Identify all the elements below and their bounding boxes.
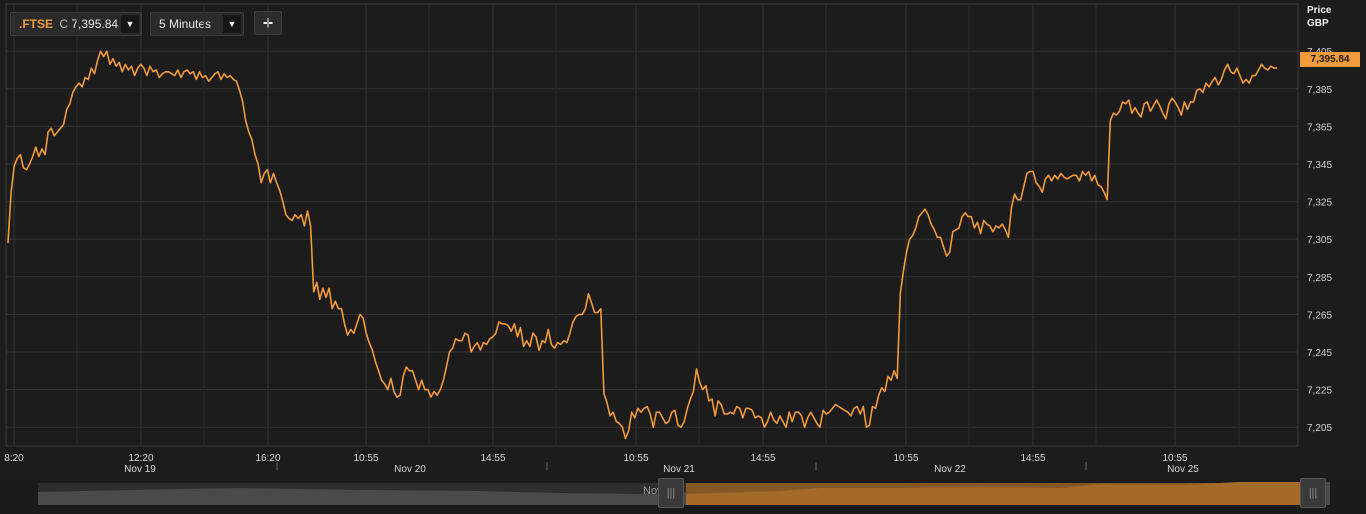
x-tick-label: 10:55 [893, 453, 918, 464]
y-tick-label: 7,365 [1307, 122, 1332, 133]
date-label: Nov 21 [663, 464, 695, 475]
x-tick-label: 12:20 [128, 453, 153, 464]
x-axis-labels: 8:20 12:20 16:20 10:55 14:55 10:55 14:55 10:55 1… [4, 453, 1199, 475]
x-tick-label: 10:55 [623, 453, 648, 464]
date-label: Nov 22 [934, 464, 966, 475]
x-tick-label: 14:55 [750, 453, 775, 464]
date-label: Nov 25 [1167, 464, 1199, 475]
date-label: Nov 20 [394, 464, 426, 475]
y-tick-label: 7,225 [1307, 386, 1332, 397]
y-tick-label: 7,205 [1307, 423, 1332, 434]
y-tick-label: 7,345 [1307, 160, 1332, 171]
x-tick-label: 14:55 [1020, 453, 1045, 464]
navigator-right-handle[interactable]: ||| [1300, 478, 1326, 508]
y-tick-label: 7,265 [1307, 310, 1332, 321]
y-tick-label: 7,305 [1307, 235, 1332, 246]
y-tick-label: 7,285 [1307, 273, 1332, 284]
last-price-badge: 7,395.84 [1300, 52, 1360, 67]
x-tick-label: 10:55 [353, 453, 378, 464]
y-tick-label: 7,245 [1307, 348, 1332, 359]
y-tick-label: 7,325 [1307, 198, 1332, 209]
currency-axis-title: GBP [1307, 18, 1329, 29]
y-axis-labels: 7,205 7,225 7,245 7,265 7,285 7,305 7,325 7,345… [1307, 47, 1332, 434]
x-tick-label: 14:55 [480, 453, 505, 464]
price-chart[interactable]: 7,205 7,225 7,245 7,265 7,285 7,305 7,325 7,345… [0, 0, 1366, 476]
y-tick-label: 7,385 [1307, 85, 1332, 96]
plot-frame [5, 3, 1299, 447]
navigator-left-handle[interactable]: ||| [658, 478, 684, 508]
chart-grid [5, 3, 1299, 447]
x-tick-label: 10:55 [1162, 453, 1187, 464]
price-line-series [7, 50, 1277, 440]
date-label: Nov 19 [124, 464, 156, 475]
price-axis-title: Price [1307, 5, 1332, 16]
price-line [7, 50, 1277, 440]
x-tick-label: 8:20 [4, 453, 24, 464]
